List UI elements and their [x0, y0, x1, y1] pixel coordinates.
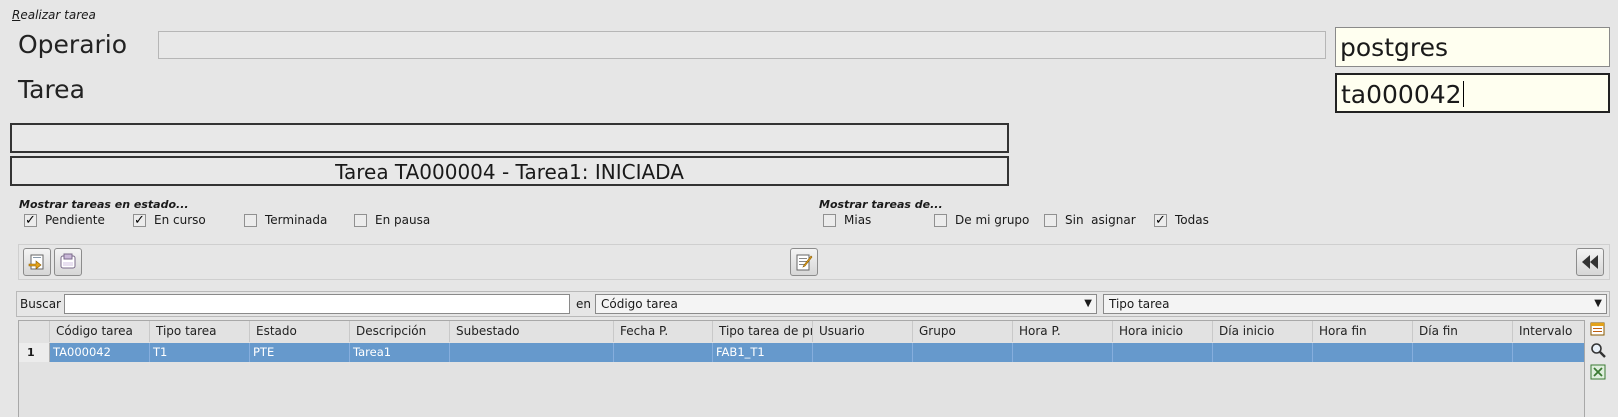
- table-cell[interactable]: [1113, 343, 1213, 362]
- column-header[interactable]: Día fin: [1413, 321, 1513, 342]
- table-cell[interactable]: FAB1_T1: [713, 343, 813, 362]
- table-cell[interactable]: [1513, 343, 1584, 362]
- row-number[interactable]: 1: [19, 343, 50, 362]
- column-header[interactable]: Código tarea: [50, 321, 150, 342]
- table-config-button[interactable]: [1590, 321, 1606, 337]
- en-label: en: [576, 297, 591, 311]
- table-header: Código tarea Tipo tarea Estado Descripci…: [19, 321, 1584, 342]
- search-input[interactable]: [64, 294, 570, 314]
- check-icon[interactable]: ✓: [133, 213, 146, 227]
- rewind-icon: [1582, 255, 1598, 269]
- column-header[interactable]: Subestado: [450, 321, 614, 342]
- chevron-down-icon: ▼: [1084, 298, 1092, 309]
- save-task-icon: [60, 253, 76, 269]
- operario-label: Operario: [18, 30, 128, 59]
- checkbox-mias[interactable]: Mias: [823, 213, 871, 227]
- task-type-select[interactable]: Tipo tarea ▼: [1103, 294, 1607, 314]
- save-task-button[interactable]: [54, 248, 82, 276]
- tarea-input[interactable]: ta000042: [1335, 73, 1610, 113]
- checkbox-en-curso[interactable]: ✓ En curso: [133, 213, 206, 227]
- checkbox-en-pausa[interactable]: En pausa: [354, 213, 430, 227]
- table-cell[interactable]: T1: [150, 343, 250, 362]
- excel-export-icon: [1590, 364, 1606, 380]
- tarea-label: Tarea: [18, 75, 85, 104]
- checkbox-de-mi-grupo[interactable]: De mi grupo: [934, 213, 1029, 227]
- table-cell[interactable]: [614, 343, 713, 362]
- buscar-label: Buscar: [20, 297, 61, 311]
- checkbox-terminada[interactable]: Terminada: [244, 213, 327, 227]
- operario-name-display: [158, 31, 1326, 59]
- column-header[interactable]: Fecha P.: [614, 321, 713, 342]
- text-caret: [1462, 81, 1464, 107]
- check-icon[interactable]: ✓: [24, 213, 37, 227]
- column-header[interactable]: Grupo: [913, 321, 1013, 342]
- zoom-button[interactable]: [1590, 342, 1606, 358]
- column-header[interactable]: Hora inicio: [1113, 321, 1213, 342]
- table-config-icon: [1590, 322, 1605, 336]
- zoom-icon: [1591, 343, 1606, 358]
- table-cell[interactable]: [450, 343, 614, 362]
- table-cell[interactable]: [1213, 343, 1313, 362]
- new-task-icon: [28, 254, 44, 270]
- message-box-1: [10, 123, 1009, 153]
- status-message: Tarea TA000004 - Tarea1: INICIADA: [335, 160, 684, 184]
- table-cell[interactable]: [1313, 343, 1413, 362]
- check-icon[interactable]: ✓: [1154, 213, 1167, 227]
- column-header[interactable]: Tipo tarea: [150, 321, 250, 342]
- table-cell[interactable]: TA000042: [50, 343, 150, 362]
- column-header[interactable]: Hora fin: [1313, 321, 1413, 342]
- checkbox-sin-asignar[interactable]: Sin asignar: [1044, 213, 1136, 227]
- column-header[interactable]: Hora P.: [1013, 321, 1113, 342]
- owner-filter-title: Mostrar tareas de...: [819, 198, 943, 211]
- operario-input[interactable]: postgres: [1335, 27, 1610, 67]
- rewind-button[interactable]: [1576, 248, 1604, 276]
- tasks-table[interactable]: Código tarea Tipo tarea Estado Descripci…: [18, 320, 1585, 417]
- column-header[interactable]: Día inicio: [1213, 321, 1313, 342]
- edit-note-button[interactable]: [790, 248, 818, 276]
- header-corner: [19, 321, 50, 342]
- excel-export-button[interactable]: [1590, 364, 1606, 380]
- column-header[interactable]: Usuario: [813, 321, 913, 342]
- column-header[interactable]: Estado: [250, 321, 350, 342]
- table-cell[interactable]: [1413, 343, 1513, 362]
- checkbox-pendiente[interactable]: ✓ Pendiente: [24, 213, 105, 227]
- frame-title: Realizar tarea: [12, 8, 96, 22]
- column-header[interactable]: Descripción: [350, 321, 450, 342]
- message-box-2: Tarea TA000004 - Tarea1: INICIADA: [10, 156, 1009, 186]
- new-task-button[interactable]: [23, 248, 51, 276]
- column-header[interactable]: Intervalo: [1513, 321, 1584, 342]
- search-field-select[interactable]: Código tarea ▼: [595, 294, 1097, 314]
- table-cell[interactable]: Tarea1: [350, 343, 450, 362]
- table-cell[interactable]: PTE: [250, 343, 350, 362]
- estado-filter-title: Mostrar tareas en estado...: [19, 198, 189, 211]
- table-cell[interactable]: [813, 343, 913, 362]
- chevron-down-icon: ▼: [1594, 298, 1602, 309]
- table-cell[interactable]: [1013, 343, 1113, 362]
- edit-note-icon: [796, 254, 813, 271]
- table-cell[interactable]: [913, 343, 1013, 362]
- table-row[interactable]: TA000042 T1 PTE Tarea1 FAB1_T1: [50, 343, 1584, 362]
- checkbox-todas[interactable]: ✓ Todas: [1154, 213, 1209, 227]
- column-header[interactable]: Tipo tarea de pr: [713, 321, 813, 342]
